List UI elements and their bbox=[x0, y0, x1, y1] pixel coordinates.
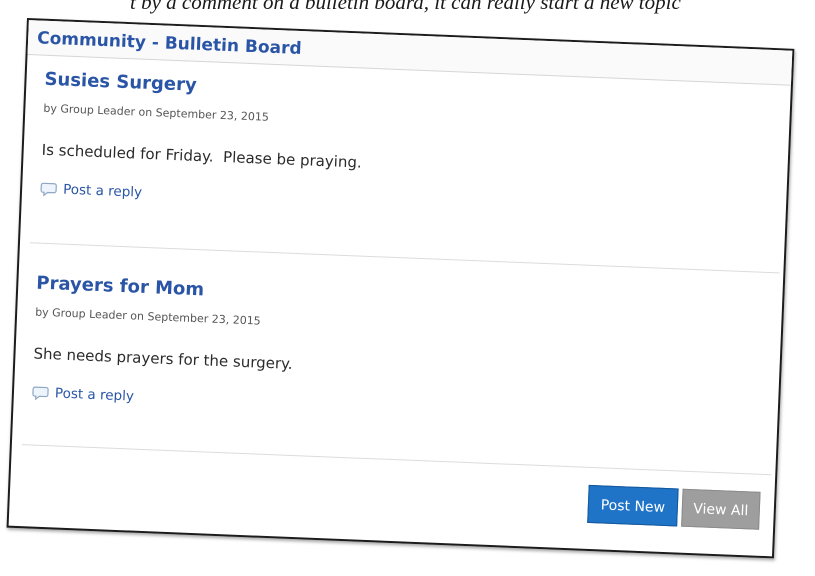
post-title-link[interactable]: Susies Surgery bbox=[44, 69, 197, 96]
speech-bubble-icon bbox=[40, 181, 58, 197]
bulletin-board-panel: Community - Bulletin Board Susies Surger… bbox=[6, 18, 795, 559]
speech-bubble-icon bbox=[32, 385, 50, 401]
post-reply-link[interactable]: Post a reply bbox=[40, 181, 143, 201]
panel-title: Community - Bulletin Board bbox=[36, 28, 302, 60]
post-title-link[interactable]: Prayers for Mom bbox=[36, 273, 205, 301]
post-new-button[interactable]: Post New bbox=[587, 484, 679, 527]
post-meta: by Group Leader on September 23, 2015 bbox=[43, 101, 270, 124]
caption-text: t by a comment on a bulletin board, it c… bbox=[130, 0, 681, 14]
view-all-button[interactable]: View All bbox=[681, 488, 761, 530]
post-reply-label: Post a reply bbox=[54, 385, 135, 405]
post-body: She needs prayers for the surgery. bbox=[33, 344, 293, 373]
post-reply-label: Post a reply bbox=[62, 181, 143, 201]
page-root: t by a comment on a bulletin board, it c… bbox=[0, 0, 815, 576]
post-meta: by Group Leader on September 23, 2015 bbox=[34, 305, 261, 328]
post-body: Is scheduled for Friday. Please be prayi… bbox=[41, 140, 363, 172]
post-item: Susies Surgery by Group Leader on Septem… bbox=[19, 68, 790, 289]
post-reply-link[interactable]: Post a reply bbox=[32, 385, 135, 405]
